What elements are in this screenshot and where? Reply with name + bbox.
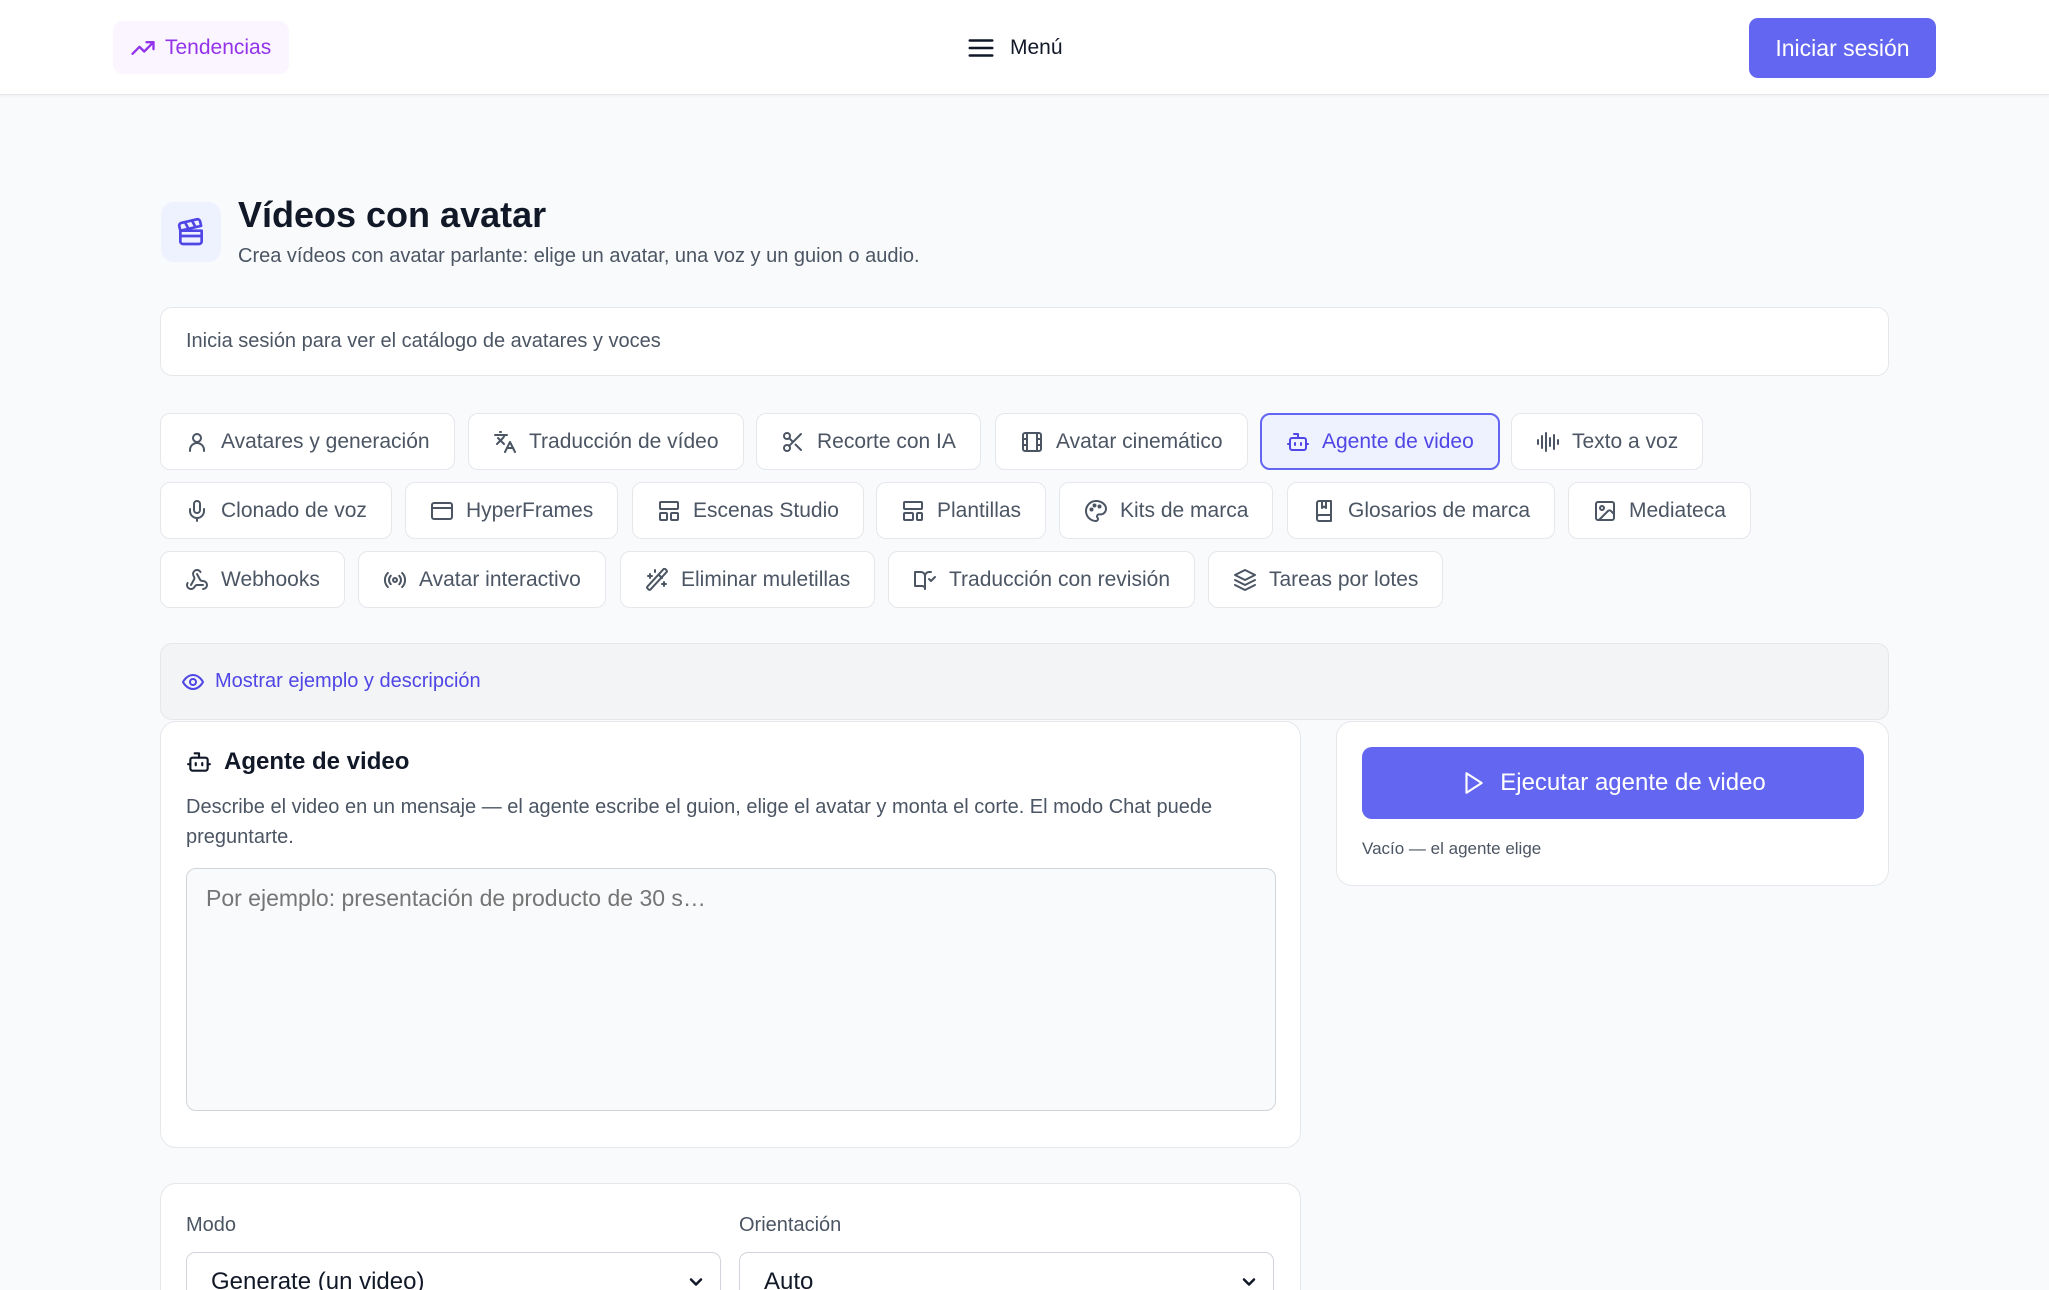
microphone-icon <box>189 499 205 522</box>
tab-label: Traducción con revisión <box>949 567 1170 591</box>
audio-wave-icon <box>1537 431 1559 452</box>
trending-label: Tendencias <box>165 35 272 59</box>
show-example-label: Mostrar ejemplo y descripción <box>215 670 481 692</box>
webhook-icon <box>186 568 208 590</box>
tab-label: Webhooks <box>221 567 320 591</box>
translate-icon <box>494 430 516 453</box>
tab-media-library[interactable]: Mediateca <box>1568 482 1751 539</box>
video-agent-card: Agente de video Describe el video en un … <box>160 721 1301 1148</box>
tab-label: HyperFrames <box>466 498 594 522</box>
page-subtitle: Crea vídeos con avatar parlante: elige u… <box>238 245 920 267</box>
tab-remove-fillers[interactable]: Eliminar muletillas <box>620 551 876 608</box>
page-title: Vídeos con avatar <box>238 194 547 235</box>
tab-studio-scenes[interactable]: Escenas Studio <box>632 482 864 539</box>
login-notice: Inicia sesión para ver el catálogo de av… <box>160 307 1889 376</box>
layers-icon <box>1234 568 1256 591</box>
login-button[interactable]: Iniciar sesión <box>1749 18 1936 78</box>
template-icon <box>903 500 923 521</box>
magic-wand-icon <box>646 567 668 591</box>
agent-description: Describe el video en un mensaje — el age… <box>186 796 1213 848</box>
tab-ai-trim[interactable]: Recorte con IA <box>756 413 981 470</box>
chevron-down-icon <box>689 1278 703 1286</box>
tab-label: Glosarios de marca <box>1348 498 1531 522</box>
chevron-down-icon <box>1242 1278 1256 1286</box>
broadcast-icon <box>383 571 407 588</box>
agent-settings-card: Modo Generate (un video) Orientación Aut… <box>160 1183 1301 1290</box>
mode-value: Generate (un video) <box>211 1268 425 1290</box>
orientation-select[interactable]: Auto <box>739 1252 1274 1290</box>
tab-hyperframes[interactable]: HyperFrames <box>405 482 619 539</box>
agent-card-header: Agente de video <box>186 748 409 776</box>
tab-interactive-avatar[interactable]: Avatar interactivo <box>358 551 606 608</box>
book-icon <box>1316 499 1332 522</box>
tab-label: Traducción de vídeo <box>529 429 719 453</box>
tab-label: Avatar cinemático <box>1056 429 1223 453</box>
user-icon <box>189 432 205 452</box>
menu-label: Menú <box>1010 36 1063 59</box>
bot-icon <box>187 752 211 772</box>
layout-icon <box>659 500 679 521</box>
top-header: Tendencias Menú Iniciar sesión <box>0 0 2049 95</box>
tab-avatars[interactable]: Avatares y generación <box>160 413 455 470</box>
clapperboard-icon <box>161 202 221 262</box>
tab-label: Avatares y generación <box>221 429 430 453</box>
tab-label: Recorte con IA <box>817 429 956 453</box>
palette-icon <box>1085 499 1108 522</box>
tab-video-agent[interactable]: Agente de video <box>1260 413 1500 470</box>
tab-voice-cloning[interactable]: Clonado de voz <box>160 482 392 539</box>
play-icon <box>1465 772 1483 794</box>
tab-cinematic-avatar[interactable]: Avatar cinemático <box>995 413 1248 470</box>
tab-label: Escenas Studio <box>693 498 839 522</box>
bot-icon <box>1287 432 1309 451</box>
show-example-toggle[interactable]: Mostrar ejemplo y descripción <box>160 643 1889 720</box>
mode-select[interactable]: Generate (un video) <box>186 1252 721 1290</box>
agent-card-title: Agente de video <box>224 748 410 775</box>
tab-label: Plantillas <box>937 498 1022 522</box>
mode-label: Modo <box>186 1214 237 1236</box>
tab-label: Mediateca <box>1629 498 1726 522</box>
tab-webhooks[interactable]: Webhooks <box>160 551 345 608</box>
eye-icon <box>182 673 204 690</box>
run-agent-label: Ejecutar agente de video <box>1500 769 1766 796</box>
tab-label: Eliminar muletillas <box>681 567 851 591</box>
tab-label: Texto a voz <box>1572 429 1679 453</box>
tab-templates[interactable]: Plantillas <box>876 482 1047 539</box>
tab-text-to-speech[interactable]: Texto a voz <box>1511 413 1704 470</box>
run-agent-note: Vacío — el agente elige <box>1362 839 1542 858</box>
orientation-value: Auto <box>764 1268 814 1290</box>
trending-button[interactable]: Tendencias <box>113 21 290 74</box>
browser-window-icon <box>431 501 453 520</box>
image-icon <box>1595 500 1615 521</box>
trending-up-icon <box>131 40 155 55</box>
run-agent-card: Ejecutar agente de video Vacío — el agen… <box>1336 721 1889 886</box>
tab-video-translation[interactable]: Traducción de vídeo <box>468 413 744 470</box>
orientation-label: Orientación <box>739 1214 842 1236</box>
tab-brand-kits[interactable]: Kits de marca <box>1059 482 1274 539</box>
tab-batch-jobs[interactable]: Tareas por lotes <box>1208 551 1444 608</box>
tab-label: Agente de video <box>1322 429 1474 453</box>
agent-prompt-input[interactable] <box>186 868 1276 1111</box>
tab-reviewed-translation[interactable]: Traducción con revisión <box>888 551 1195 608</box>
run-agent-button[interactable]: Ejecutar agente de video <box>1362 747 1864 819</box>
tab-label: Clonado de voz <box>221 498 367 522</box>
tab-label: Kits de marca <box>1120 498 1249 522</box>
hamburger-icon <box>968 39 994 57</box>
tab-label: Tareas por lotes <box>1269 567 1419 591</box>
book-check-icon <box>914 570 936 590</box>
menu-button[interactable]: Menú <box>966 28 1063 68</box>
tab-brand-glossaries[interactable]: Glosarios de marca <box>1287 482 1556 539</box>
film-icon <box>1022 431 1042 452</box>
scissors-icon <box>783 431 802 452</box>
tab-label: Avatar interactivo <box>419 567 581 591</box>
